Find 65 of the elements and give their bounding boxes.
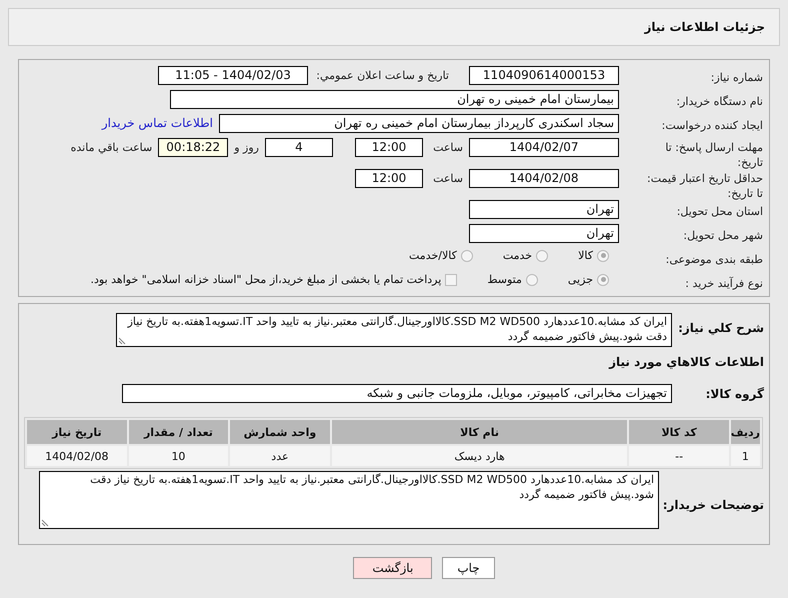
field-label: نوع فرآیند خرید :	[685, 277, 763, 290]
field-label: روز و	[234, 140, 259, 154]
remaining-time-field: 00:18:22	[158, 138, 228, 157]
text-area-value: ایران کد مشابه.10عددهارد SSD M2 WD500.کالااورجینال.گارانتی معتبر.نیاز به تایید واحد IT.تسویه1هفته.به تاریخ نیاز دقت شود.پیش فاکتور ضمیمه گردد	[90, 473, 654, 501]
radio-button[interactable]	[526, 274, 538, 286]
field-label: استان محل تحویل:	[676, 205, 763, 218]
table-cell: 1404/02/08	[27, 446, 127, 466]
field-label: شهر محل تحویل:	[683, 229, 763, 242]
section-title: اطلاعات کالاهاي مورد نیاز	[609, 355, 764, 369]
validity-date-field: 1404/02/08	[469, 169, 619, 188]
field-label: نام دستگاه خریدار:	[676, 95, 763, 108]
column-header: کد کالا	[629, 420, 729, 444]
checkbox[interactable]	[445, 274, 458, 286]
radio-label: متوسط	[487, 272, 522, 287]
field-label: تاریخ و ساعت اعلان عمومي:	[315, 68, 449, 82]
column-header: تعداد / مقدار	[128, 420, 228, 444]
table-cell: عدد	[230, 446, 330, 466]
need-number-field: 1104090614000153	[469, 66, 619, 85]
field-label: توضیحات خریدار:	[662, 498, 764, 512]
print-button[interactable]: چاپ	[442, 557, 495, 579]
column-header: واحد شمارش	[230, 420, 330, 444]
radio-label: کالا/خدمت	[409, 248, 457, 263]
table-cell: 10	[128, 446, 228, 466]
field-label: شماره نیاز:	[710, 71, 763, 84]
radio-label: جزیی	[568, 272, 593, 287]
table-cell: هارد دیسک	[332, 446, 628, 466]
validity-time-field: 12:00	[355, 169, 423, 188]
deadline-date-field: 1404/02/07	[469, 138, 619, 157]
radio-label: کالا	[578, 248, 593, 263]
column-header: تاریخ نیاز	[27, 420, 127, 444]
deadline-time-field: 12:00	[355, 138, 423, 157]
radio-button[interactable]	[597, 250, 609, 262]
field-label: شرح کلي نیاز:	[678, 321, 764, 335]
table-cell: 1	[730, 446, 760, 466]
buyer-org-field: بیمارستان امام خمینی ره تهران	[170, 90, 619, 109]
goods-group-field: تجهیزات مخابراتی، کامپیوتر، موبایل، ملزومات جانبی و شبکه	[122, 384, 672, 403]
field-label: گروه کالا:	[706, 387, 764, 401]
resize-grip-icon	[41, 519, 49, 527]
payment-note: پرداخت تمام یا بخشی از مبلغ خرید،از محل "اسناد خزانه اسلامی" خواهد بود.	[90, 272, 442, 287]
field-label: طبقه بندی موضوعی:	[666, 253, 763, 266]
field-label: ساعت	[432, 140, 463, 154]
province-field: تهران	[469, 200, 619, 219]
resize-grip-icon	[118, 337, 126, 345]
contact-link[interactable]: اطلاعات تماس خریدار	[102, 116, 213, 131]
days-field: 4	[265, 138, 333, 157]
column-header: نام کالا	[332, 420, 628, 444]
radio-button[interactable]	[597, 274, 609, 286]
field-label: حداقل تاریخ اعتبار قیمت: تا تاریخ:	[646, 171, 763, 201]
table-cell: --	[629, 446, 729, 466]
radio-button[interactable]	[460, 250, 473, 262]
field-label: ساعت باقي مانده	[70, 140, 152, 154]
column-header: ردیف	[730, 420, 760, 444]
field-label: ساعت	[432, 172, 463, 186]
creator-field: سجاد اسکندری کارپرداز بیمارستان امام خمینی ره تهران	[219, 114, 619, 133]
text-area[interactable]: ایران کد مشابه.10عددهارد SSD M2 WD500.کالااورجینال.گارانتی معتبر.نیاز به تایید واحد IT.تسویه1هفته.به تاریخ نیاز دقت شود.پیش فاکتور ضمیمه گردد	[116, 313, 672, 347]
field-label: ایجاد کننده درخواست:	[662, 119, 763, 132]
radio-label: خدمت	[502, 248, 532, 263]
announce-date-field: 1404/02/03 - 11:05	[158, 66, 308, 85]
field-label: مهلت ارسال پاسخ: تا تاریخ:	[664, 140, 763, 170]
text-area-value: ایران کد مشابه.10عددهارد SSD M2 WD500.کالااورجینال.گارانتی معتبر.نیاز به تایید واحد IT.تسویه1هفته.به تاریخ نیاز دقت شود.پیش فاکتور ضمیمه گردد	[128, 315, 667, 343]
page-title: جزئیات اطلاعات نیاز	[644, 20, 765, 34]
city-field: تهران	[469, 224, 619, 243]
radio-button[interactable]	[536, 250, 548, 262]
back-button[interactable]: بازگشت	[353, 557, 432, 579]
text-area[interactable]: ایران کد مشابه.10عددهارد SSD M2 WD500.کالااورجینال.گارانتی معتبر.نیاز به تایید واحد IT.تسویه1هفته.به تاریخ نیاز دقت شود.پیش فاکتور ضمیمه گردد	[39, 471, 659, 529]
